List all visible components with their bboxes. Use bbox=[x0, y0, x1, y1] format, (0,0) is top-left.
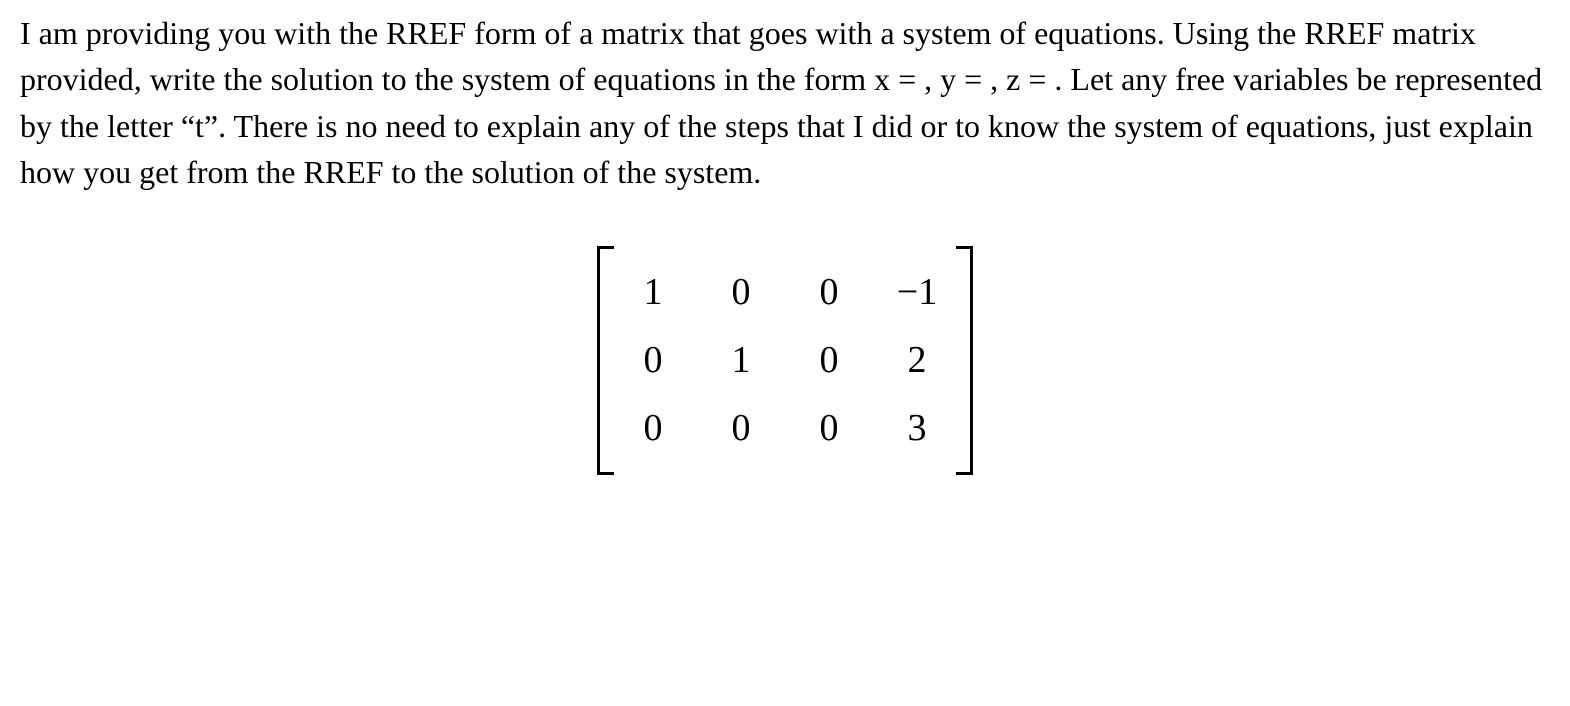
matrix-cell: 3 bbox=[893, 394, 941, 462]
matrix: 1 0 0 −1 0 1 0 2 0 0 0 3 bbox=[597, 246, 973, 475]
problem-text-content: I am providing you with the RREF form of… bbox=[20, 15, 1542, 190]
matrix-container: 1 0 0 −1 0 1 0 2 0 0 0 3 bbox=[20, 246, 1550, 475]
matrix-cell: 0 bbox=[629, 394, 677, 462]
right-bracket-icon bbox=[959, 246, 973, 475]
matrix-cell: 1 bbox=[717, 326, 765, 394]
matrix-cell: 2 bbox=[893, 326, 941, 394]
matrix-row: 0 0 0 3 bbox=[629, 394, 941, 462]
left-bracket-icon bbox=[597, 246, 611, 475]
problem-statement: I am providing you with the RREF form of… bbox=[20, 10, 1550, 196]
matrix-cell: 0 bbox=[805, 258, 853, 326]
matrix-row: 0 1 0 2 bbox=[629, 326, 941, 394]
matrix-cell: 1 bbox=[629, 258, 677, 326]
matrix-row: 1 0 0 −1 bbox=[629, 258, 941, 326]
matrix-cell: 0 bbox=[805, 326, 853, 394]
matrix-cell: 0 bbox=[717, 258, 765, 326]
matrix-cell: −1 bbox=[893, 258, 941, 326]
matrix-cell: 0 bbox=[717, 394, 765, 462]
matrix-rows: 1 0 0 −1 0 1 0 2 0 0 0 3 bbox=[611, 246, 959, 475]
matrix-cell: 0 bbox=[805, 394, 853, 462]
matrix-cell: 0 bbox=[629, 326, 677, 394]
